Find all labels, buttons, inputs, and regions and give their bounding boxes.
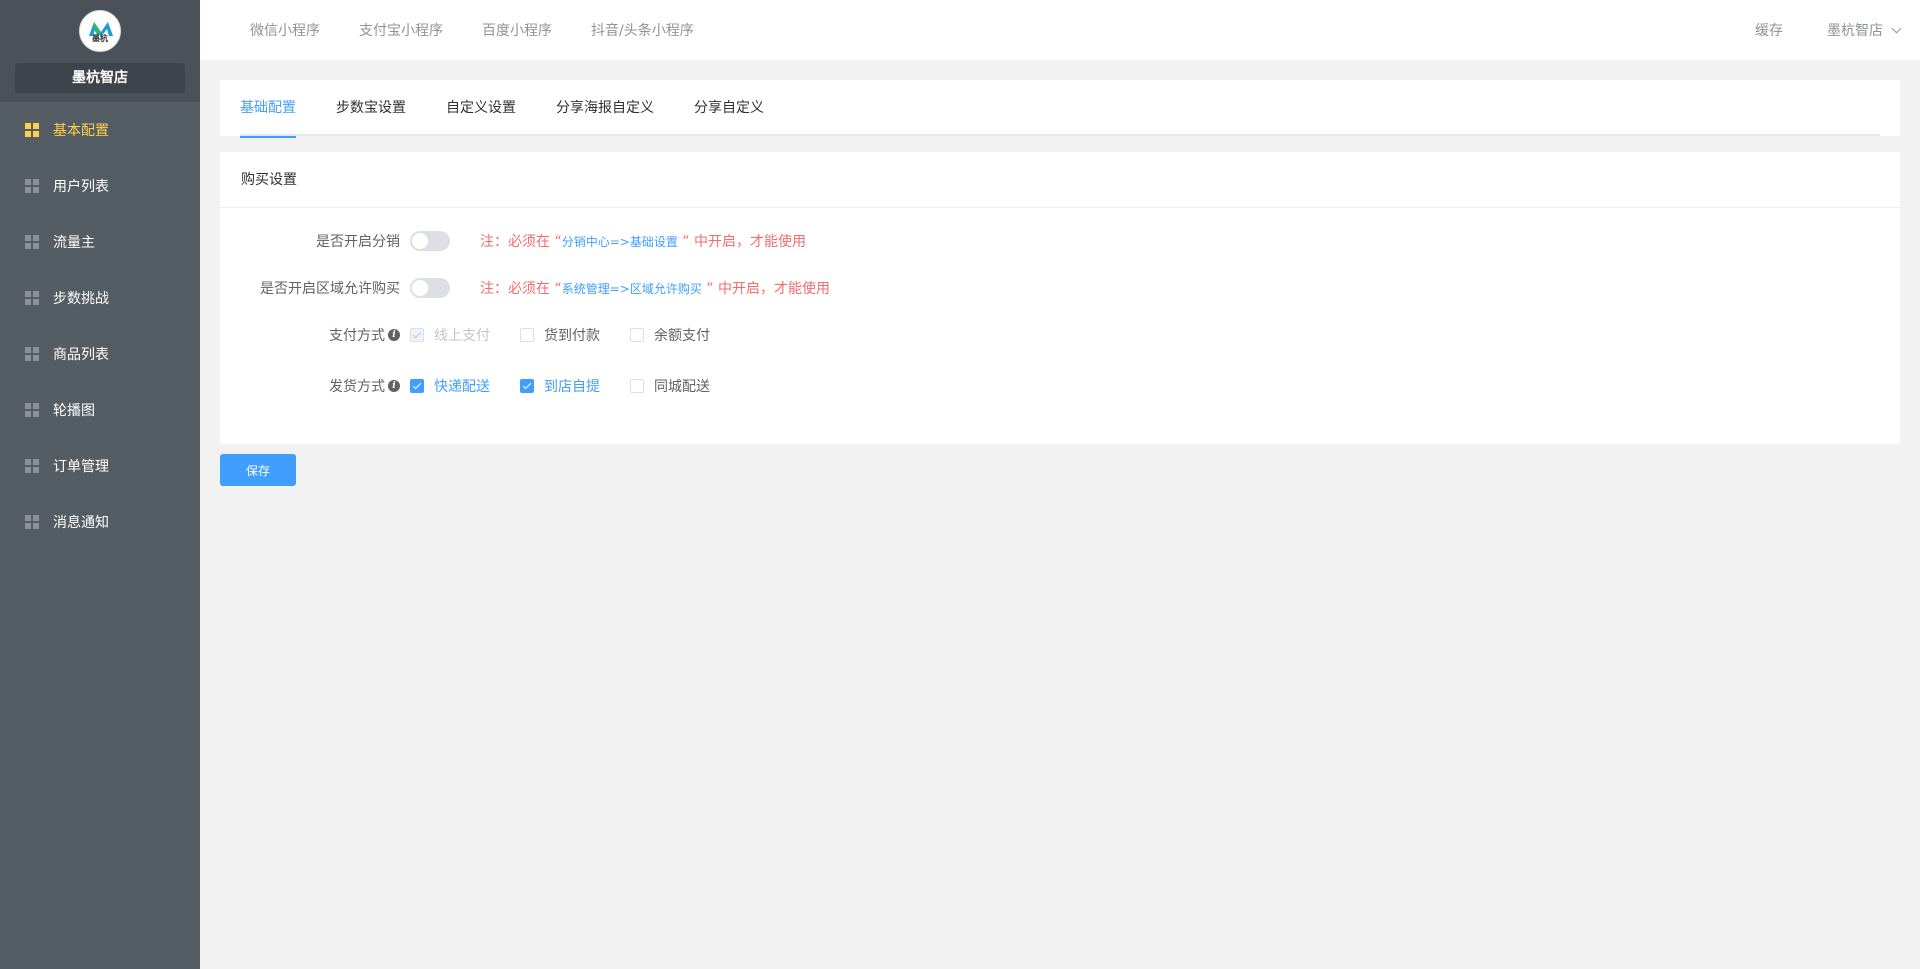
sidebar-menu: 基本配置 用户列表 流量主 步数挑战 商品列表 轮播图 订单管理 消息通知	[0, 102, 200, 550]
chevron-down-icon	[1891, 23, 1902, 34]
checkbox-box	[410, 379, 424, 393]
sidebar-item-label: 轮播图	[53, 403, 95, 419]
tab-basic-config[interactable]: 基础配置	[240, 80, 296, 138]
tabs-card: 基础配置 步数宝设置 自定义设置 分享海报自定义 分享自定义	[220, 80, 1900, 138]
grid-icon	[25, 403, 39, 417]
sidebar-item-product-list[interactable]: 商品列表	[0, 326, 200, 382]
top-nav: 微信小程序 支付宝小程序 百度小程序 抖音/头条小程序	[250, 0, 733, 60]
region-row: 是否开启区域允许购买 注：必须在 “系统管理=>区域允许购买 ” 中开启，才能使…	[220, 277, 830, 299]
grid-icon	[25, 515, 39, 529]
info-icon[interactable]: i	[388, 380, 400, 392]
sidebar-header: 墨杭 墨杭智店	[0, 0, 200, 102]
payment-label: 支付方式 i	[220, 325, 410, 345]
sidebar-item-user-list[interactable]: 用户列表	[0, 158, 200, 214]
sidebar-item-notifications[interactable]: 消息通知	[0, 494, 200, 550]
user-name: 墨杭智店	[1827, 23, 1883, 39]
delivery-pickup-checkbox[interactable]: 到店自提	[520, 376, 600, 396]
nav-alipay-mini-program[interactable]: 支付宝小程序	[359, 20, 443, 40]
distribution-row: 是否开启分销 注：必须在 “分销中心=>基础设置 ” 中开启，才能使用	[220, 230, 806, 252]
purchase-settings-card: 购买设置 是否开启分销 注：必须在 “分销中心=>基础设置 ” 中开启，才能使用…	[220, 152, 1900, 444]
shop-name: 墨杭智店	[15, 63, 185, 93]
region-label: 是否开启区域允许购买	[260, 281, 400, 297]
checkbox-box	[520, 379, 534, 393]
sidebar-item-step-challenge[interactable]: 步数挑战	[0, 270, 200, 326]
checkbox-box	[520, 328, 534, 342]
sidebar-item-label: 用户列表	[53, 179, 109, 195]
checkbox-label: 到店自提	[544, 379, 600, 395]
delivery-local-checkbox[interactable]: 同城配送	[630, 376, 710, 396]
distribution-note: 注：必须在 “分销中心=>基础设置 ” 中开启，才能使用	[480, 234, 806, 250]
grid-icon	[25, 123, 39, 137]
sidebar-item-label: 基本配置	[53, 123, 109, 139]
user-menu[interactable]: 墨杭智店	[1827, 20, 1902, 40]
payment-online-checkbox[interactable]: 线上支付	[410, 325, 490, 345]
tab-custom-settings[interactable]: 自定义设置	[446, 80, 516, 136]
logo-mark-icon	[89, 22, 113, 37]
checkbox-label: 余额支付	[654, 328, 710, 344]
sidebar-item-carousel[interactable]: 轮播图	[0, 382, 200, 438]
delivery-label: 发货方式 i	[220, 376, 410, 396]
sidebar-item-order-management[interactable]: 订单管理	[0, 438, 200, 494]
logo-text: 墨杭	[92, 34, 108, 43]
sidebar-item-basic-config[interactable]: 基本配置	[0, 102, 200, 158]
grid-icon	[25, 347, 39, 361]
sidebar-item-label: 消息通知	[53, 515, 109, 531]
delivery-row: 发货方式 i 快递配送 到店自提 同城配送	[220, 375, 740, 397]
grid-icon	[25, 291, 39, 305]
top-right: 缓存 墨杭智店	[1755, 0, 1902, 60]
delivery-express-checkbox[interactable]: 快递配送	[410, 376, 490, 396]
region-note-link: 系统管理=>区域允许购买	[561, 282, 702, 296]
info-icon[interactable]: i	[388, 329, 400, 341]
nav-baidu-mini-program[interactable]: 百度小程序	[482, 20, 552, 40]
grid-icon	[25, 459, 39, 473]
grid-icon	[25, 235, 39, 249]
save-button[interactable]: 保存	[220, 454, 296, 486]
shop-logo: 墨杭	[79, 10, 121, 52]
card-title: 购买设置	[220, 152, 1900, 208]
sidebar-item-label: 订单管理	[53, 459, 109, 475]
checkbox-box	[410, 328, 424, 342]
region-note: 注：必须在 “系统管理=>区域允许购买 ” 中开启，才能使用	[480, 281, 830, 297]
sidebar-item-label: 商品列表	[53, 347, 109, 363]
top-bar: 微信小程序 支付宝小程序 百度小程序 抖音/头条小程序 缓存 墨杭智店	[200, 0, 1920, 60]
checkbox-label: 同城配送	[654, 379, 710, 395]
checkbox-label: 线上支付	[434, 328, 490, 344]
nav-wechat-mini-program[interactable]: 微信小程序	[250, 20, 320, 40]
nav-douyin-mini-program[interactable]: 抖音/头条小程序	[591, 20, 694, 40]
checkbox-label: 快递配送	[434, 379, 490, 395]
tab-share-poster[interactable]: 分享海报自定义	[556, 80, 654, 136]
payment-row: 支付方式 i 线上支付 货到付款 余额支付	[220, 324, 740, 346]
settings-tabs: 基础配置 步数宝设置 自定义设置 分享海报自定义 分享自定义	[240, 80, 1880, 138]
tab-share-custom[interactable]: 分享自定义	[694, 80, 764, 136]
distribution-note-link: 分销中心=>基础设置	[561, 235, 678, 249]
checkbox-label: 货到付款	[544, 328, 600, 344]
payment-cod-checkbox[interactable]: 货到付款	[520, 325, 600, 345]
cache-button[interactable]: 缓存	[1755, 20, 1783, 40]
sidebar-item-traffic-master[interactable]: 流量主	[0, 214, 200, 270]
distribution-label: 是否开启分销	[316, 234, 400, 250]
distribution-switch[interactable]	[410, 231, 450, 251]
sidebar-item-label: 流量主	[53, 235, 95, 251]
checkbox-box	[630, 328, 644, 342]
grid-icon	[25, 179, 39, 193]
tab-step-settings[interactable]: 步数宝设置	[336, 80, 406, 136]
sidebar-item-label: 步数挑战	[53, 291, 109, 307]
sidebar: 墨杭 墨杭智店 基本配置 用户列表 流量主 步数挑战 商品列表 轮播图 订单管理…	[0, 0, 200, 969]
region-switch[interactable]	[410, 278, 450, 298]
checkbox-box	[630, 379, 644, 393]
payment-balance-checkbox[interactable]: 余额支付	[630, 325, 710, 345]
